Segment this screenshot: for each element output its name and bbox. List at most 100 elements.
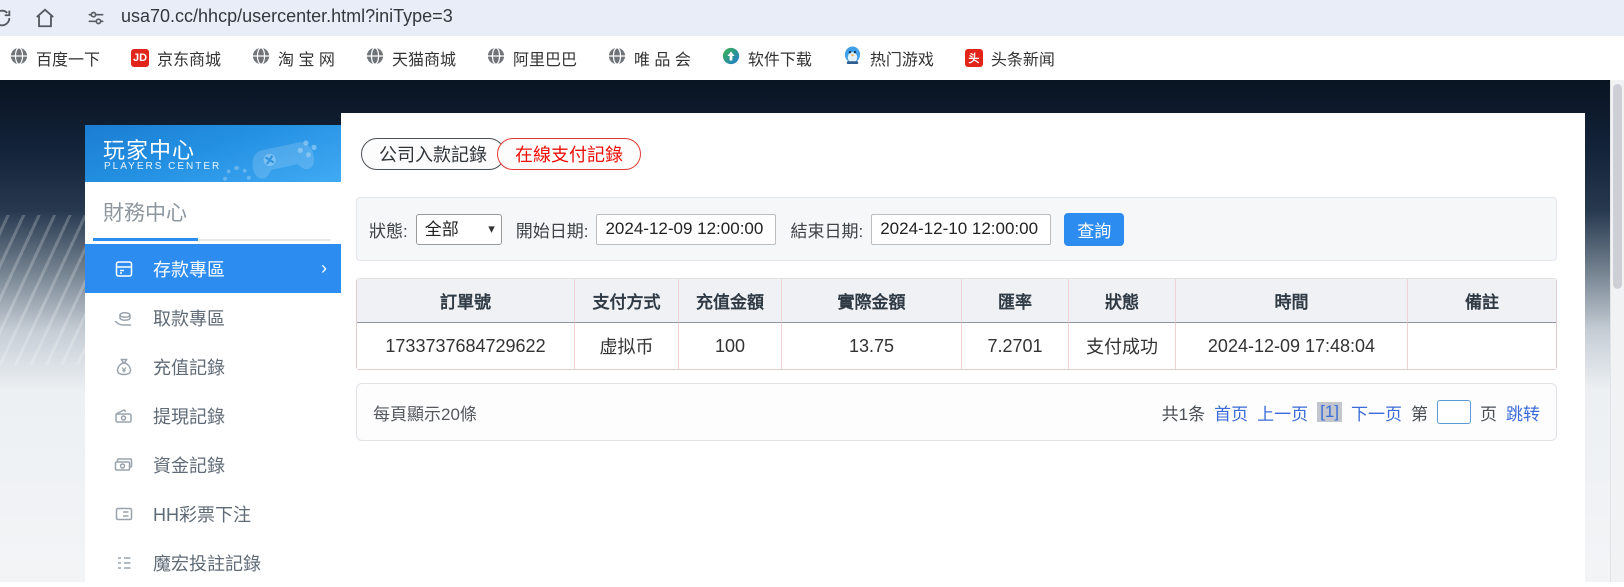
sidebar-item-mohong-bet-records[interactable]: 魔宏投註記錄	[85, 538, 341, 587]
globe-icon	[10, 46, 28, 70]
jd-icon: JD	[131, 49, 150, 67]
jump-label-post: 页	[1480, 404, 1497, 424]
status-select[interactable]: 全部	[415, 213, 502, 245]
refresh-icon[interactable]	[0, 7, 13, 34]
software-icon	[722, 47, 740, 70]
globe-icon	[608, 46, 626, 70]
prev-page-link[interactable]: 上一页	[1257, 400, 1308, 425]
game-icon	[843, 46, 862, 70]
bookmark-jd[interactable]: JD 京东商城	[131, 46, 221, 70]
end-date-input[interactable]	[871, 213, 1052, 245]
bookmark-games[interactable]: 热门游戏	[843, 46, 934, 70]
bookmark-taobao[interactable]: 淘 宝 网	[252, 46, 335, 70]
col-time: 時間	[1176, 279, 1408, 323]
home-icon[interactable]	[34, 7, 56, 34]
sidebar-item-hh-lottery-bets[interactable]: HH彩票下注	[85, 489, 341, 538]
bookmark-alibaba[interactable]: 阿里巴巴	[487, 46, 577, 70]
url-text[interactable]: usa70.cc/hhcp/usercenter.html?iniType=3	[121, 6, 453, 27]
cell-status: 支付成功	[1069, 323, 1176, 369]
sidebar-item-recharge-records[interactable]: 充值記錄	[85, 342, 341, 391]
gamepad-icon	[245, 126, 331, 182]
col-actual-amount: 實際金額	[782, 279, 962, 323]
current-page: [1]	[1317, 402, 1342, 422]
cell-exchange-rate: 7.2701	[962, 323, 1069, 369]
sidebar-item-label: 提現記錄	[153, 406, 225, 427]
tune-icon[interactable]	[86, 8, 106, 33]
recharge-icon	[113, 357, 135, 377]
col-remark: 備註	[1408, 279, 1556, 323]
deposit-icon	[113, 259, 135, 279]
start-date-label: 開始日期:	[515, 221, 589, 241]
page-number-input[interactable]	[1437, 400, 1471, 424]
sidebar-item-withdraw-zone[interactable]: 取款專區	[85, 293, 341, 342]
sidebar-item-label: 魔宏投註記錄	[153, 553, 261, 574]
cell-actual-amount: 13.75	[782, 323, 962, 369]
bookmark-tmall[interactable]: 天猫商城	[366, 46, 456, 70]
chevron-right-icon: ›	[321, 258, 327, 278]
sidebar-item-label: 資金記錄	[153, 455, 225, 476]
bookmark-label: 淘 宝 网	[278, 52, 335, 69]
section-underline	[93, 238, 331, 241]
total-count: 共1条	[1161, 404, 1206, 424]
toutiao-icon: 头	[964, 49, 983, 67]
bookmark-label: 京东商城	[157, 52, 222, 69]
col-pay-method: 支付方式	[575, 279, 679, 323]
sidebar-item-withdrawal-records[interactable]: 提現記錄	[85, 391, 341, 440]
tab-label: 在線支付記錄	[515, 145, 623, 165]
globe-icon	[252, 46, 270, 70]
table-row: 1733737684729622 虚拟币 100 13.75 7.2701 支付…	[357, 323, 1556, 369]
sidebar-subtitle: PLAYERS CENTER	[104, 161, 222, 172]
bookmark-software[interactable]: 软件下载	[722, 46, 812, 70]
bookmark-baidu[interactable]: 百度一下	[10, 46, 100, 70]
jump-link[interactable]: 跳转	[1506, 400, 1540, 425]
tab-label: 公司入款記錄	[379, 145, 487, 165]
first-page-link[interactable]: 首页	[1214, 400, 1248, 425]
end-date-label: 結束日期:	[790, 221, 864, 241]
scrollbar[interactable]	[1610, 80, 1624, 582]
cell-recharge-amount: 100	[679, 323, 782, 369]
col-order-no: 訂單號	[357, 279, 575, 323]
bookmark-label: 头条新闻	[990, 52, 1055, 69]
globe-icon	[366, 46, 384, 70]
cell-order-no: 1733737684729622	[357, 323, 575, 369]
table-header-row: 訂單號 支付方式 充值金額 實際金額 匯率 狀態 時間 備註	[357, 279, 1556, 323]
lottery-icon	[113, 504, 135, 524]
bookmark-label: 软件下载	[747, 52, 812, 69]
bookmarks-bar: 百度一下 JD 京东商城 淘 宝 网 天猫商城 阿里巴巴 唯 品 会 软件下载 …	[0, 36, 1624, 80]
sidebar-item-label: 充值記錄	[153, 357, 225, 378]
sidebar-item-deposit-zone[interactable]: 存款專區 ›	[85, 244, 341, 293]
bookmark-vip[interactable]: 唯 品 会	[608, 46, 691, 70]
players-center-banner: 玩家中心 PLAYERS CENTER	[85, 125, 341, 182]
funds-icon	[113, 455, 135, 475]
globe-icon	[487, 46, 505, 70]
sidebar-item-label: 存款專區	[153, 259, 225, 280]
search-button[interactable]: 查詢	[1064, 212, 1125, 246]
bookmark-toutiao[interactable]: 头 头条新闻	[964, 46, 1055, 70]
tab-online-payment-records[interactable]: 在線支付記錄	[497, 138, 641, 170]
sidebar-menu: 存款專區 › 取款專區 充值記錄 提現記錄 資金記錄 HH彩票下注 魔宏投註記錄	[85, 244, 341, 587]
bookmark-label: 热门游戏	[869, 52, 934, 69]
sidebar-item-label: 取款專區	[153, 308, 225, 329]
cell-time: 2024-12-09 17:48:04	[1176, 323, 1408, 369]
col-exchange-rate: 匯率	[962, 279, 1069, 323]
cell-pay-method: 虚拟币	[575, 323, 679, 369]
col-recharge-amount: 充值金額	[679, 279, 782, 323]
sidebar-item-funds-records[interactable]: 資金記錄	[85, 440, 341, 489]
orders-table: 訂單號 支付方式 充值金額 實際金額 匯率 狀態 時間 備註 173373768…	[356, 278, 1557, 370]
scrollbar-thumb[interactable]	[1613, 84, 1622, 289]
tab-company-deposit-records[interactable]: 公司入款記錄	[361, 138, 505, 170]
filter-bar: 狀態: 全部 ▾ 開始日期: 結束日期: 查詢	[356, 197, 1557, 261]
next-page-link[interactable]: 下一页	[1351, 400, 1402, 425]
start-date-input[interactable]	[596, 213, 777, 245]
finance-section-title: 財務中心	[103, 202, 187, 225]
main-content-panel: 公司入款記錄 在線支付記錄 狀態: 全部 ▾ 開始日期: 結束日期: 查詢 訂單…	[341, 113, 1585, 582]
bookmark-label: 阿里巴巴	[512, 52, 577, 69]
cell-remark	[1408, 323, 1556, 369]
bookmark-label: 天猫商城	[391, 52, 456, 69]
pagination-bar: 每頁顯示20條 共1条 首页 上一页 [1] 下一页 第 页 跳转	[356, 383, 1557, 441]
withdraw-icon	[113, 308, 135, 328]
page-size-text: 每頁顯示20條	[373, 404, 477, 424]
sidebar-panel: 玩家中心 PLAYERS CENTER 財務中心 存款專區 › 取款專區 充值記…	[85, 125, 341, 582]
status-label: 狀態:	[369, 221, 408, 241]
withdrawal-icon	[113, 406, 135, 426]
